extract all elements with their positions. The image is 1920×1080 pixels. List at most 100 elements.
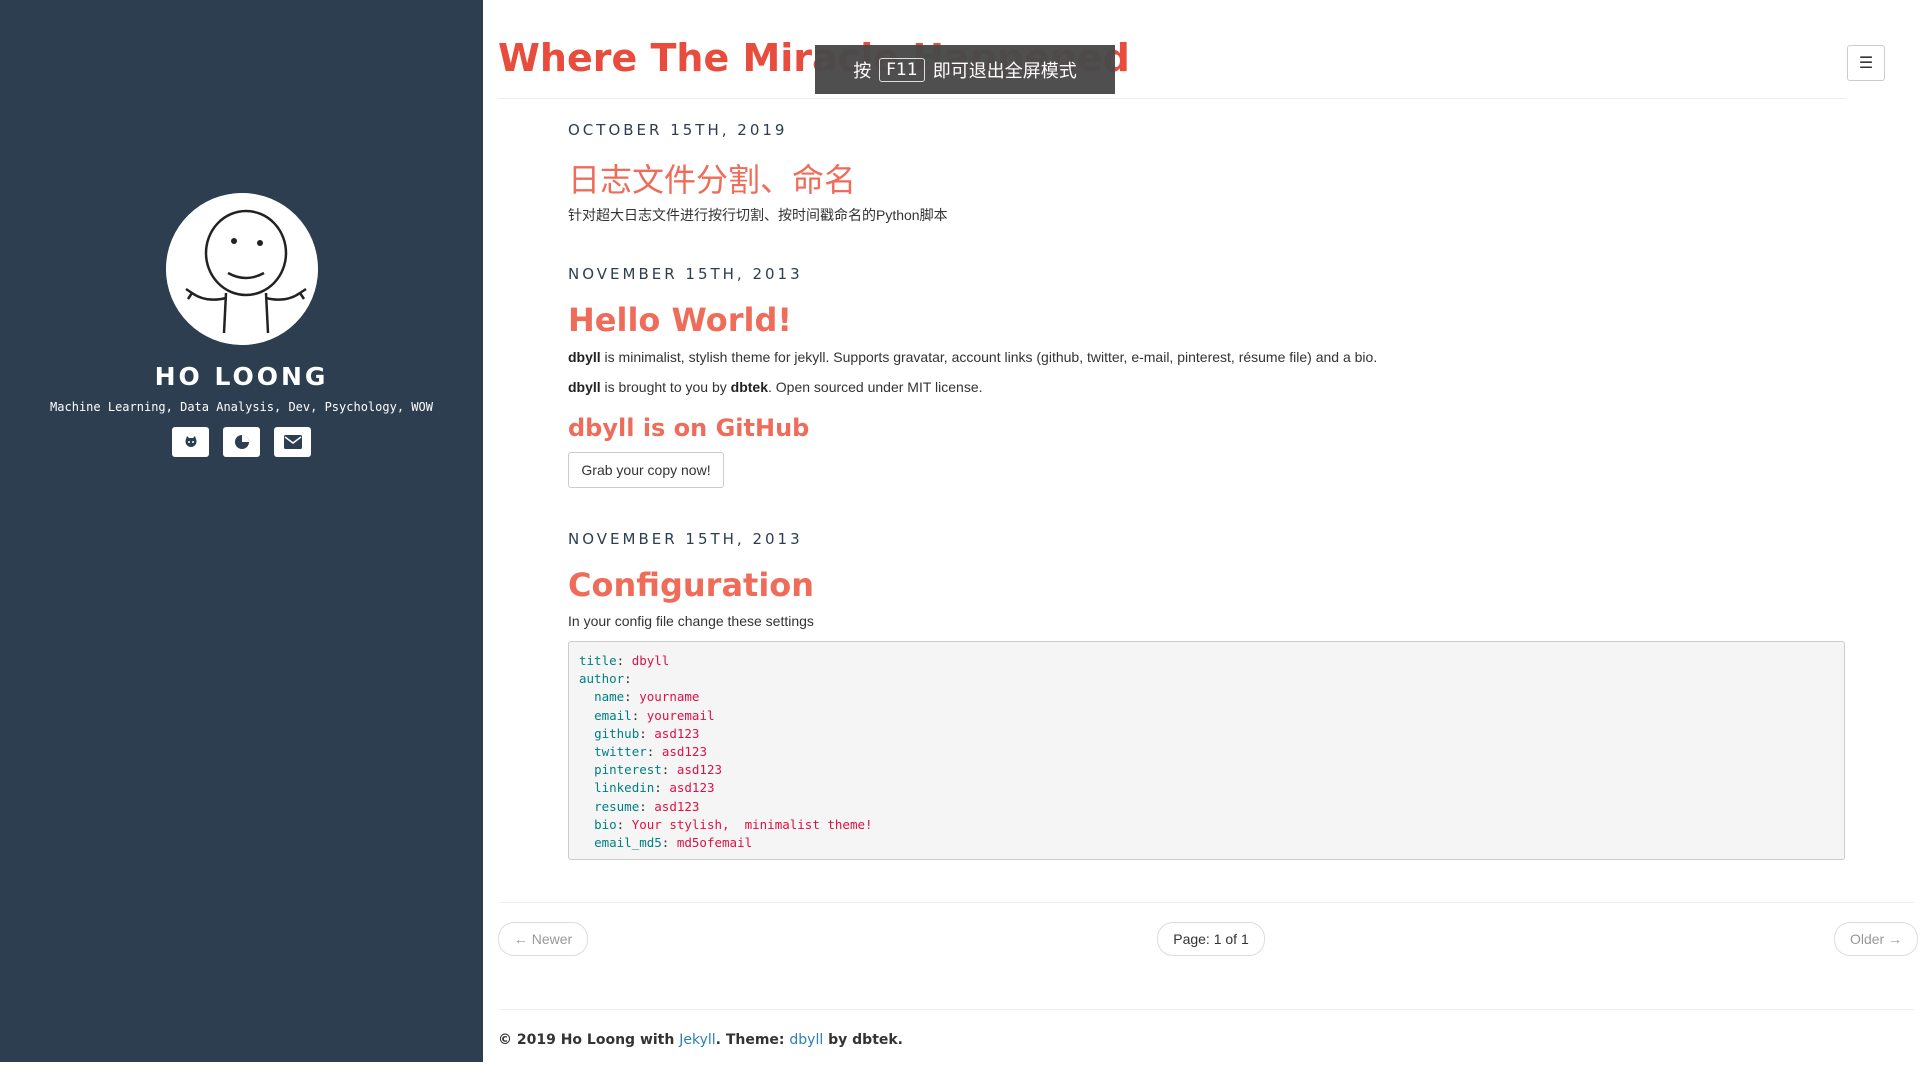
newer-button[interactable]: ← Newer (498, 922, 588, 956)
chart-icon (234, 435, 249, 449)
code-value: youremail (646, 707, 715, 723)
hamburger-icon: ☰ (1858, 55, 1874, 72)
code-line: twitter: asd123 (579, 743, 1834, 761)
post-title[interactable]: 日志文件分割、命名 (568, 155, 856, 201)
jekyll-link[interactable]: Jekyll (679, 1032, 715, 1048)
post-date: NOVEMBER 15TH, 2013 (568, 265, 803, 283)
code-colon: : (639, 798, 655, 814)
code-colon: : (616, 653, 632, 668)
bold-text: dbyll (568, 379, 601, 395)
github-button[interactable] (172, 427, 209, 457)
code-colon: : (624, 671, 640, 687)
avatar-drawing (166, 193, 318, 345)
code-line: pinterest: asd123 (579, 761, 1834, 779)
code-colon: : (624, 689, 640, 705)
code-line: github: asd123 (579, 725, 1834, 743)
footer: © 2019 Ho Loong with Jekyll. Theme: dbyl… (498, 1032, 903, 1048)
code-colon: : (661, 762, 677, 778)
code-key: twitter (594, 744, 647, 760)
code-line: linkedin: asd123 (579, 779, 1834, 797)
post-title[interactable]: Hello World! (568, 301, 792, 339)
toast-text-after: 即可退出全屏模式 (932, 60, 1077, 82)
code-value: yourname (639, 689, 700, 705)
menu-button[interactable]: ☰ (1847, 45, 1885, 81)
email-icon (283, 435, 302, 449)
code-value: asd123 (661, 744, 707, 760)
code-key: title (579, 653, 617, 668)
post-date: NOVEMBER 15TH, 2013 (568, 530, 803, 548)
post-subheading: dbyll is on GitHub (568, 414, 810, 442)
code-line: bio: Your stylish, minimalist theme! (579, 816, 1834, 834)
page-indicator: Page: 1 of 1 (1157, 922, 1265, 956)
pager-divider (498, 902, 1914, 903)
code-colon: : (661, 835, 677, 851)
code-key: email_md5 (594, 835, 662, 851)
code-key: github (594, 725, 640, 741)
code-colon: : (639, 725, 655, 741)
paragraph-text: is brought to you by (600, 379, 731, 395)
code-line: email: youremail (579, 707, 1834, 725)
bold-text: dbtek (730, 379, 768, 395)
post-title[interactable]: Configuration (568, 566, 814, 604)
code-key: bio (594, 816, 617, 832)
code-value: asd123 (676, 762, 723, 778)
code-line: email_md5: md5ofemail (579, 834, 1834, 852)
older-button[interactable]: Older → (1834, 922, 1918, 956)
chart-button[interactable] (223, 427, 260, 457)
post-excerpt: 针对超大日志文件进行按行切割、按时间戳命名的Python脚本 (568, 207, 948, 223)
dbyll-link[interactable]: dbyll (789, 1032, 823, 1048)
code-key: author (579, 671, 625, 687)
code-colon: : (646, 744, 662, 760)
code-line: resume: asd123 (579, 798, 1834, 816)
avatar[interactable] (166, 193, 318, 345)
code-value: asd123 (654, 798, 700, 814)
toast-key: F11 (879, 57, 925, 82)
code-colon: : (654, 780, 670, 796)
code-value: asd123 (654, 725, 700, 741)
post-date: OCTOBER 15TH, 2019 (568, 121, 788, 139)
code-line: title: dbyll (579, 652, 1834, 670)
footer-text: © 2019 Ho Loong with (498, 1032, 680, 1048)
author-bio: Machine Learning, Data Analysis, Dev, Ps… (50, 400, 433, 414)
paragraph-text: is minimalist, stylish theme for jekyll.… (600, 349, 1378, 365)
code-value: Your stylish, minimalist theme! (631, 816, 873, 832)
github-icon (185, 436, 196, 447)
author-name: HO LOONG (154, 362, 329, 391)
code-line: author: (579, 670, 1834, 688)
paragraph-text: . Open sourced under MIT license. (767, 379, 983, 395)
toast-text-before: 按 (853, 60, 872, 82)
code-key: name (594, 689, 625, 705)
grab-copy-button[interactable]: Grab your copy now! (568, 452, 724, 488)
code-colon: : (616, 816, 632, 832)
code-line: name: yourname (579, 688, 1834, 706)
code-value: dbyll (631, 653, 670, 668)
social-links (0, 427, 483, 457)
fullscreen-toast: 按 F11 即可退出全屏模式 (815, 45, 1115, 94)
post-paragraph: dbyll is brought to you by dbtek. Open s… (568, 379, 983, 395)
email-button[interactable] (274, 427, 311, 457)
code-colon: : (631, 707, 647, 723)
bold-text: dbyll (568, 349, 601, 365)
code-key: linkedin (594, 780, 655, 796)
code-key: pinterest (594, 762, 662, 778)
footer-divider (498, 1009, 1914, 1010)
footer-text: . Theme: (715, 1032, 790, 1048)
post-excerpt: In your config file change these setting… (568, 613, 814, 629)
code-value: md5ofemail (676, 835, 753, 851)
post-paragraph: dbyll is minimalist, stylish theme for j… (568, 349, 1377, 365)
code-value: asd123 (669, 780, 715, 796)
sidebar: HO LOONG Machine Learning, Data Analysis… (0, 0, 483, 1062)
code-key: email (594, 707, 632, 723)
footer-text: by dbtek. (823, 1032, 904, 1048)
code-key: resume (594, 798, 640, 814)
code-block: title: dbyll author: name: yourname email… (568, 641, 1845, 860)
